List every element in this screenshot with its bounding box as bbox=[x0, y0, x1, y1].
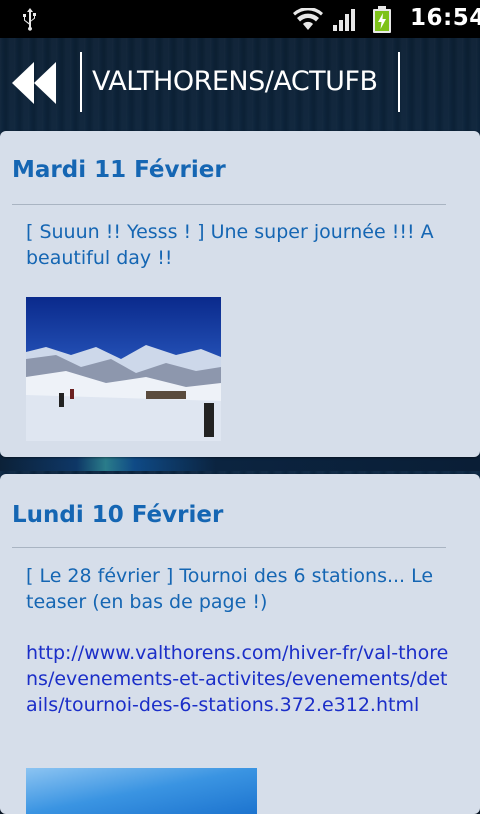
status-time: 16:54 bbox=[410, 5, 480, 31]
background-light-streak bbox=[0, 455, 480, 471]
signal-icon bbox=[333, 9, 355, 31]
double-chevron-left-icon bbox=[12, 62, 56, 104]
usb-icon bbox=[23, 8, 36, 31]
post-date: Lundi 10 Février bbox=[12, 502, 224, 528]
post-card[interactable]: Mardi 11 Février [ Suuun !! Yesss ! ] Un… bbox=[0, 131, 480, 457]
post-image[interactable] bbox=[26, 297, 221, 441]
header-divider-left bbox=[80, 52, 82, 112]
wifi-icon bbox=[293, 8, 323, 30]
post-text: [ Le 28 février ] Tournoi des 6 stations… bbox=[26, 565, 434, 613]
page-title: VALTHORENS/ACTUFB bbox=[92, 66, 378, 97]
app-header: VALTHORENS/ACTUFB bbox=[0, 38, 480, 130]
divider bbox=[12, 547, 446, 548]
post-image[interactable] bbox=[26, 768, 257, 814]
back-button[interactable] bbox=[8, 52, 62, 114]
post-card[interactable]: Lundi 10 Février [ Le 28 février ] Tourn… bbox=[0, 474, 480, 814]
divider bbox=[12, 204, 446, 205]
status-bar: 16:54 bbox=[0, 0, 480, 38]
post-link[interactable]: http://www.valthorens.com/hiver-fr/val-t… bbox=[26, 640, 456, 718]
post-text: [ Suuun !! Yesss ! ] Une super journée !… bbox=[26, 221, 434, 269]
post-date: Mardi 11 Février bbox=[12, 157, 226, 183]
blue-sky-photo bbox=[26, 768, 257, 814]
snowy-mountain-ski-slope-photo bbox=[26, 297, 221, 441]
battery-charging-icon bbox=[373, 6, 391, 33]
header-divider-right bbox=[398, 52, 400, 112]
